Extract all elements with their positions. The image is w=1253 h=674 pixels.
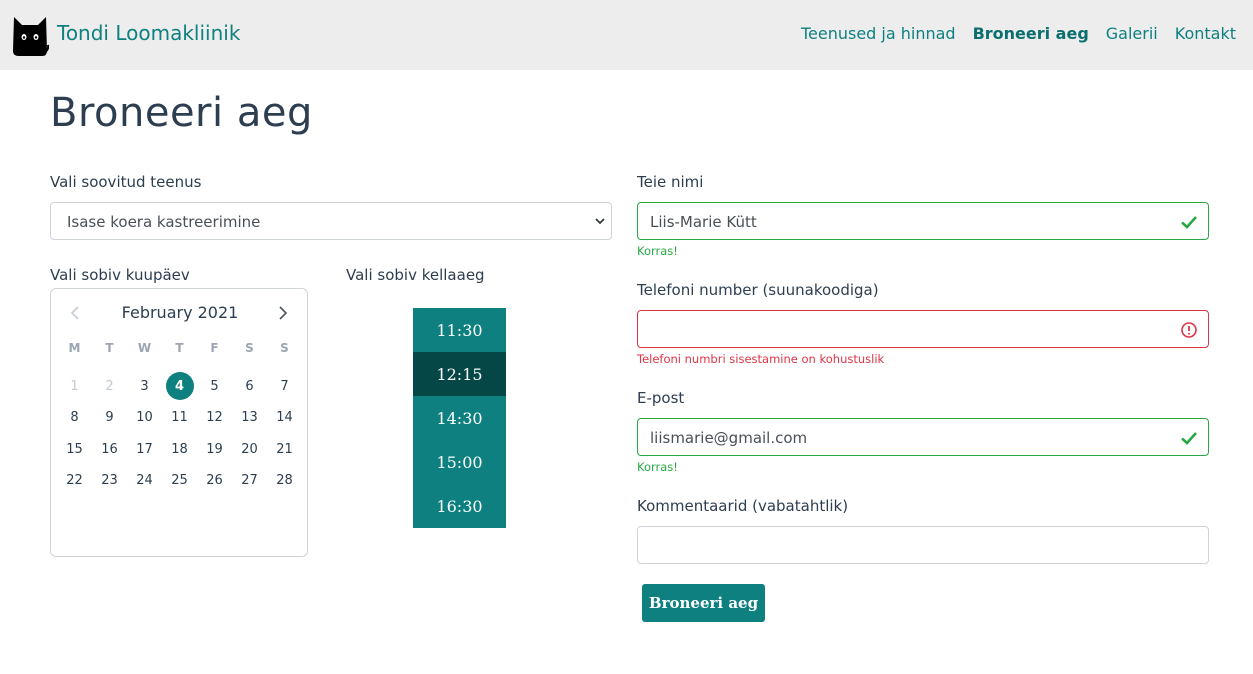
phone-feedback: Telefoni numbri sisestamine on kohustusl…: [637, 352, 885, 366]
phone-input[interactable]: [637, 310, 1209, 348]
calendar-day[interactable]: 23: [92, 465, 127, 497]
date-picker: February 2021 M T W T F S S 1 2 3 4 5 6 7 8 9 10 11 12 13 14…: [50, 288, 308, 557]
calendar-day[interactable]: 25: [162, 465, 197, 497]
calendar-month: February 2021: [121, 303, 239, 322]
calendar-day[interactable]: 20: [232, 434, 267, 466]
calendar-day[interactable]: 11: [162, 402, 197, 434]
calendar-day[interactable]: 12: [197, 402, 232, 434]
weekday-header: T: [175, 341, 184, 355]
calendar-day-selected[interactable]: 4: [162, 371, 197, 403]
name-input-value: Liis-Marie Kütt: [650, 213, 757, 231]
date-label: Vali sobiv kuupäev: [50, 266, 190, 284]
selected-day-marker: 4: [165, 372, 194, 401]
chevron-right-icon[interactable]: [277, 305, 289, 321]
time-slot-selected[interactable]: 12:15: [413, 352, 506, 396]
calendar-day: 1: [70, 378, 79, 394]
time-label: Vali sobiv kellaaeg: [346, 266, 485, 284]
calendar-day[interactable]: 22: [57, 465, 92, 497]
calendar-day[interactable]: 10: [127, 402, 162, 434]
name-input[interactable]: Liis-Marie Kütt: [637, 202, 1209, 240]
weekday-header: S: [280, 341, 289, 355]
calendar-day[interactable]: 19: [197, 434, 232, 466]
calendar-day[interactable]: 14: [267, 402, 302, 434]
calendar-day[interactable]: 17: [127, 434, 162, 466]
nav-link-services[interactable]: Teenused ja hinnad: [801, 24, 956, 43]
calendar-day[interactable]: 28: [267, 465, 302, 497]
navbar: Tondi Loomakliinik Teenused ja hinnad Br…: [0, 0, 1253, 70]
comments-label: Kommentaarid (vabatahtlik): [637, 497, 849, 515]
calendar-day[interactable]: 8: [57, 402, 92, 434]
calendar-day[interactable]: 6: [232, 371, 267, 403]
calendar-day: 2: [105, 378, 114, 394]
weekday-header: F: [210, 341, 219, 355]
time-slot[interactable]: 14:30: [413, 396, 506, 440]
name-label: Teie nimi: [637, 173, 704, 191]
calendar-day[interactable]: 5: [197, 371, 232, 403]
page-title: Broneeri aeg: [50, 90, 313, 136]
nav-links: Teenused ja hinnad Broneeri aeg Galerii …: [801, 24, 1236, 43]
service-select-value: Isase koera kastreerimine: [67, 213, 261, 231]
calendar-day[interactable]: 27: [232, 465, 267, 497]
weekday-header: T: [105, 341, 114, 355]
weekday-header: W: [137, 341, 152, 355]
submit-button[interactable]: Broneeri aeg: [642, 584, 765, 622]
black-cat-icon[interactable]: [11, 15, 49, 57]
calendar-day[interactable]: 21: [267, 434, 302, 466]
chevron-down-icon: [595, 218, 605, 225]
weekday-header: S: [245, 341, 254, 355]
nav-link-contact[interactable]: Kontakt: [1175, 24, 1236, 43]
service-label: Vali soovitud teenus: [50, 173, 202, 191]
nav-link-booking[interactable]: Broneeri aeg: [973, 24, 1089, 43]
time-slot[interactable]: 11:30: [413, 308, 506, 352]
calendar-day[interactable]: 9: [92, 402, 127, 434]
calendar-day[interactable]: 18: [162, 434, 197, 466]
calendar-day[interactable]: 24: [127, 465, 162, 497]
calendar-day[interactable]: 13: [232, 402, 267, 434]
brand-name[interactable]: Tondi Loomakliinik: [57, 21, 240, 45]
email-input-value: liismarie@gmail.com: [650, 429, 808, 447]
calendar-day[interactable]: 16: [92, 434, 127, 466]
checkmark-icon: [1181, 432, 1197, 445]
name-feedback: Korras!: [637, 244, 678, 258]
time-slot[interactable]: 15:00: [413, 440, 506, 484]
calendar-day[interactable]: 3: [127, 371, 162, 403]
calendar-day[interactable]: 15: [57, 434, 92, 466]
email-label: E-post: [637, 389, 685, 407]
email-input[interactable]: liismarie@gmail.com: [637, 418, 1209, 456]
email-feedback: Korras!: [637, 460, 678, 474]
nav-link-gallery[interactable]: Galerii: [1106, 24, 1158, 43]
weekday-header: M: [68, 341, 81, 355]
time-slot-list: 11:30 12:15 14:30 15:00 16:30: [413, 308, 506, 528]
service-select[interactable]: Isase koera kastreerimine: [50, 202, 612, 240]
calendar-day[interactable]: 7: [267, 371, 302, 403]
phone-label: Telefoni number (suunakoodiga): [637, 281, 879, 299]
checkmark-icon: [1181, 216, 1197, 229]
error-icon: [1181, 322, 1197, 338]
time-slot[interactable]: 16:30: [413, 484, 506, 528]
calendar-grid: M T W T F S S 1 2 3 4 5 6 7 8 9 10 11 12 13 14 15 16 17 18 19 20 21…: [57, 339, 302, 497]
comments-input[interactable]: [637, 526, 1209, 564]
calendar-day[interactable]: 26: [197, 465, 232, 497]
